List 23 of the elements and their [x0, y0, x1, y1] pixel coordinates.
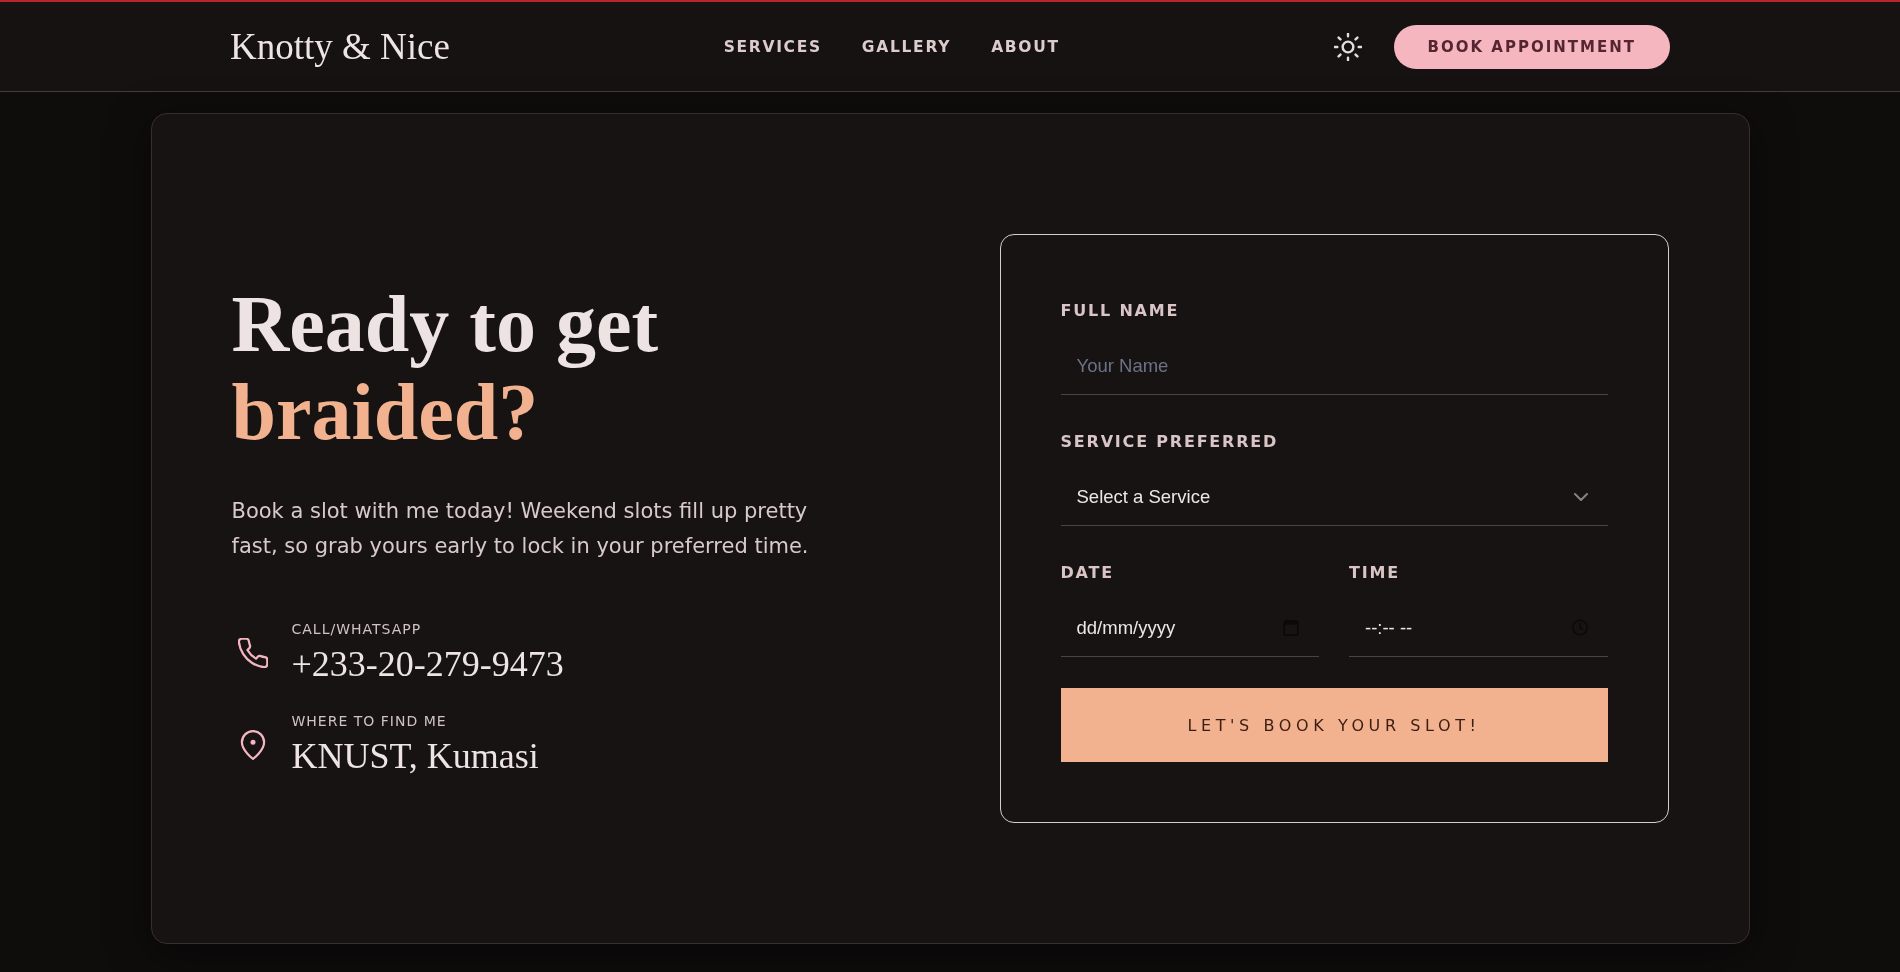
time-input[interactable]: --:-- --	[1349, 599, 1608, 657]
field-label: TIME	[1349, 564, 1400, 582]
contact-label: CALL/WHATSAPP	[291, 619, 422, 638]
date-input[interactable]: dd/mm/yyyy	[1060, 599, 1319, 657]
contact-value: KNUST, Kumasi	[291, 734, 539, 778]
chevron-down-icon	[1573, 492, 1588, 501]
field-label: DATE	[1060, 564, 1114, 582]
nav-link[interactable]: GALLERY	[861, 37, 952, 56]
contact-value: +233-20-279-9473	[291, 642, 564, 686]
field-label: FULL NAME	[1060, 302, 1180, 320]
book-appointment-button[interactable]: BOOK APPOINTMENT	[1393, 24, 1670, 69]
nav-link[interactable]: SERVICES	[723, 37, 822, 56]
field-label: SERVICE PREFERRED	[1060, 433, 1279, 451]
logo[interactable]: Knotty & Nice	[230, 25, 450, 68]
hero-description: Book a slot with me today! Weekend slots fill up pretty fast, so grab yours early to lock in your preferred time.	[231, 497, 810, 560]
hero-heading: Ready to get braided?	[231, 279, 659, 456]
name-input[interactable]: Your Name	[1060, 337, 1608, 395]
phone-icon	[237, 637, 268, 668]
submit-button[interactable]: LET'S BOOK YOUR SLOT!	[1060, 688, 1608, 762]
service-dropdown[interactable]: Select a Service	[1060, 468, 1608, 526]
nav-link[interactable]: ABOUT	[991, 37, 1060, 56]
contact-label: WHERE TO FIND ME	[291, 711, 447, 730]
sun-icon[interactable]	[1333, 32, 1362, 61]
